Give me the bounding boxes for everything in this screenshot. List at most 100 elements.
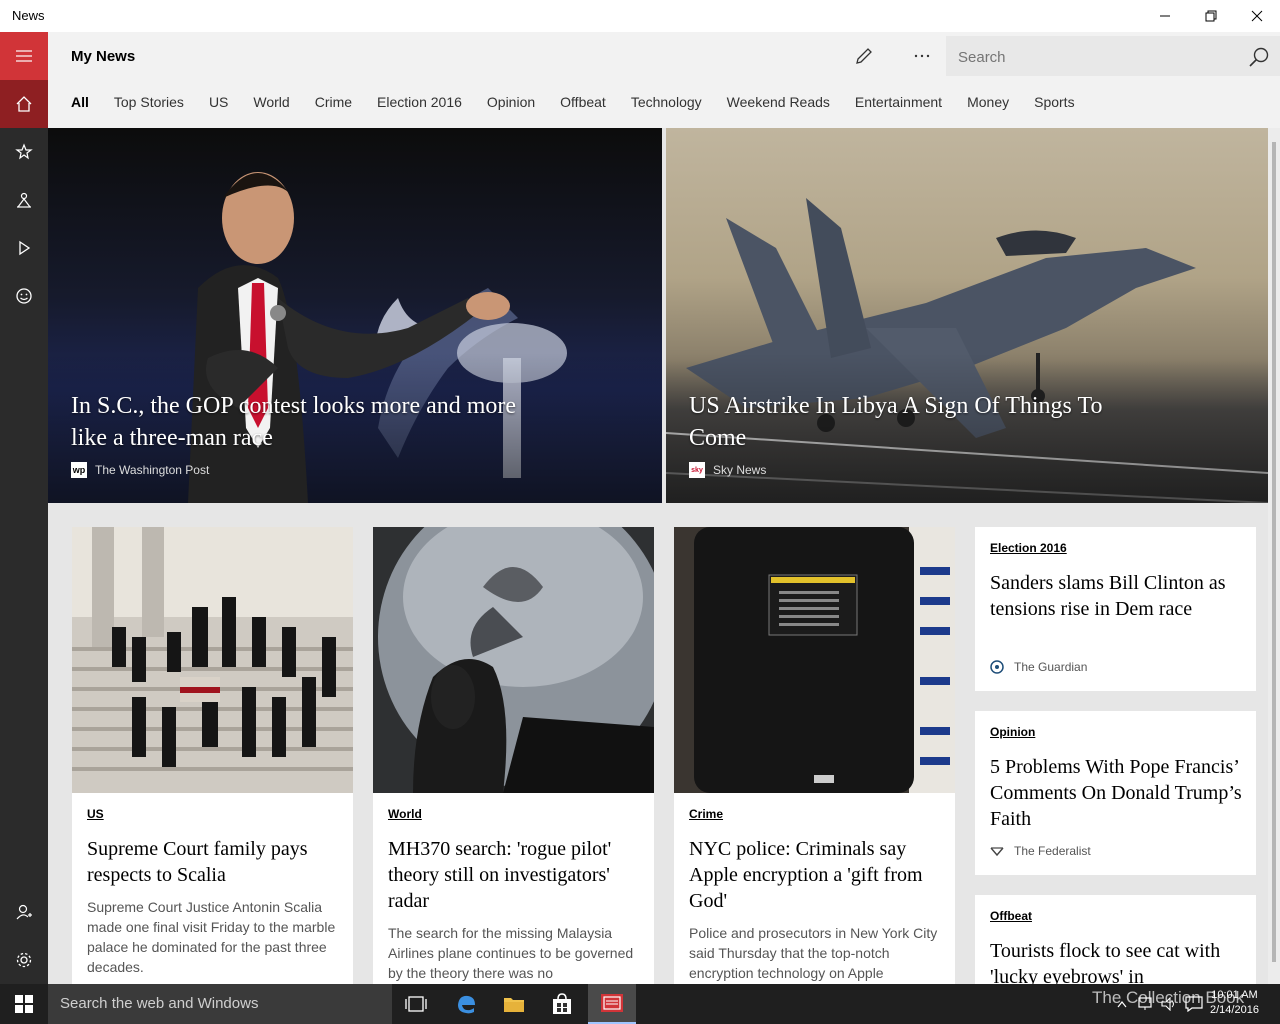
category-tabs: All Top Stories US World Crime Election … [71, 94, 1100, 110]
search-box [946, 36, 1280, 78]
tab-sports[interactable]: Sports [1034, 94, 1074, 110]
windows-logo-icon [15, 995, 33, 1013]
tab-top-stories[interactable]: Top Stories [114, 94, 184, 110]
story-card-headline[interactable]: NYC police: Criminals say Apple encrypti… [689, 836, 944, 914]
story-card-source-name: The Federalist [1014, 844, 1091, 858]
text-story-card[interactable]: Offbeat Tourists flock to see cat with '… [975, 895, 1256, 984]
home-icon [16, 96, 32, 112]
pencil-icon [856, 48, 872, 64]
news-app-icon [601, 994, 623, 1012]
story-card-image [674, 527, 955, 793]
text-story-card[interactable]: Election 2016 Sanders slams Bill Clinton… [975, 527, 1256, 691]
video-icon [19, 240, 31, 256]
store-taskbar-button[interactable] [538, 984, 586, 1024]
folder-icon [504, 998, 524, 1012]
story-card-headline[interactable]: MH370 search: 'rogue pilot' theory still… [388, 836, 643, 914]
story-card-headline[interactable]: Tourists flock to see cat with 'lucky ey… [990, 938, 1245, 984]
hero-story-source: sky Sky News [689, 462, 766, 478]
hamburger-menu-button[interactable] [0, 32, 48, 80]
nav-video-button[interactable] [0, 224, 48, 272]
story-card[interactable]: US Supreme Court family pays respects to… [72, 527, 353, 984]
nav-home-button[interactable] [0, 80, 48, 128]
edge-taskbar-button[interactable] [442, 984, 490, 1024]
gear-icon [16, 952, 32, 968]
close-icon [1251, 10, 1263, 22]
app-title: News [12, 8, 45, 23]
page-title: My News [71, 48, 136, 65]
interests-icon [15, 143, 33, 160]
tab-opinion[interactable]: Opinion [487, 94, 535, 110]
story-card-summary: The search for the missing Malaysia Airl… [388, 925, 634, 981]
more-options-button[interactable] [904, 42, 940, 70]
tab-offbeat[interactable]: Offbeat [560, 94, 606, 110]
nav-account-button[interactable] [0, 888, 48, 936]
tab-entertainment[interactable]: Entertainment [855, 94, 942, 110]
minimize-icon [1160, 15, 1170, 17]
scrollbar-thumb[interactable] [1272, 142, 1276, 962]
taskbar: Search the web and Windows 10:01 AM 2/14… [0, 984, 1280, 1024]
start-button[interactable] [0, 984, 48, 1024]
hero-story-title[interactable]: US Airstrike In Libya A Sign Of Things T… [689, 390, 1129, 454]
hero-story[interactable]: US Airstrike In Libya A Sign Of Things T… [666, 128, 1268, 503]
edit-button[interactable] [846, 42, 882, 70]
story-card-image [373, 527, 654, 793]
tab-weekend-reads[interactable]: Weekend Reads [727, 94, 830, 110]
store-icon [553, 993, 571, 1014]
nav-settings-button[interactable] [0, 936, 48, 984]
story-card-category[interactable]: Opinion [990, 725, 1035, 739]
task-view-button[interactable] [392, 984, 440, 1024]
minimize-button[interactable] [1142, 0, 1188, 32]
story-card-category[interactable]: Offbeat [990, 909, 1032, 923]
file-explorer-taskbar-button[interactable] [490, 984, 538, 1024]
vertical-scrollbar[interactable] [1268, 128, 1280, 984]
hero-story-source-name: The Washington Post [95, 463, 210, 477]
tab-money[interactable]: Money [967, 94, 1009, 110]
tab-technology[interactable]: Technology [631, 94, 702, 110]
search-icon[interactable] [1248, 46, 1270, 73]
restore-button[interactable] [1188, 0, 1234, 32]
text-story-card[interactable]: Opinion 5 Problems With Pope Francis’ Co… [975, 711, 1256, 875]
add-person-icon [16, 904, 32, 920]
story-card-category[interactable]: Crime [689, 807, 723, 821]
story-card[interactable]: Crime NYC police: Criminals say Apple en… [674, 527, 955, 984]
story-card-source-name: The Guardian [1014, 660, 1088, 674]
federalist-logo-icon [990, 844, 1004, 858]
close-button[interactable] [1234, 0, 1280, 32]
story-card[interactable]: World MH370 search: 'rogue pilot' theory… [373, 527, 654, 984]
watermark-text: The Collection Book [1092, 988, 1245, 1007]
edge-icon [458, 995, 475, 1014]
story-card-headline[interactable]: 5 Problems With Pope Francis’ Comments O… [990, 754, 1245, 832]
tab-crime[interactable]: Crime [315, 94, 352, 110]
hero-story-source-name: Sky News [713, 463, 767, 477]
nav-interests-button[interactable] [0, 128, 48, 176]
task-view-icon [405, 996, 427, 1012]
story-card-category[interactable]: Election 2016 [990, 541, 1067, 555]
taskbar-search[interactable]: Search the web and Windows [48, 984, 392, 1024]
tab-all[interactable]: All [71, 94, 89, 110]
hero-story[interactable]: In S.C., the GOP contest looks more and … [48, 128, 662, 503]
story-card-category[interactable]: World [388, 807, 422, 821]
story-card-headline[interactable]: Sanders slams Bill Clinton as tensions r… [990, 570, 1245, 622]
story-card-image [72, 527, 353, 793]
nav-entertainment-button[interactable] [0, 272, 48, 320]
guardian-logo-icon [990, 660, 1004, 674]
story-card-summary: Supreme Court Justice Antonin Scalia mad… [87, 899, 336, 975]
restore-icon [1205, 10, 1217, 22]
hero-story-title[interactable]: In S.C., the GOP contest looks more and … [71, 390, 531, 454]
news-taskbar-button[interactable] [588, 984, 636, 1024]
story-card-headline[interactable]: Supreme Court family pays respects to Sc… [87, 836, 342, 888]
local-icon [17, 192, 31, 208]
story-card-source: The Guardian [990, 660, 1087, 674]
hero-story-source: wp The Washington Post [71, 462, 209, 478]
search-input[interactable] [946, 36, 1240, 78]
tab-world[interactable]: World [253, 94, 289, 110]
washington-post-logo-icon: wp [71, 462, 87, 478]
tab-us[interactable]: US [209, 94, 228, 110]
nav-local-button[interactable] [0, 176, 48, 224]
tab-election-2016[interactable]: Election 2016 [377, 94, 462, 110]
story-card-category[interactable]: US [87, 807, 104, 821]
more-icon [914, 54, 930, 58]
title-bar: News [0, 0, 1280, 32]
story-card-source: The Federalist [990, 844, 1091, 858]
hamburger-icon [16, 50, 32, 62]
